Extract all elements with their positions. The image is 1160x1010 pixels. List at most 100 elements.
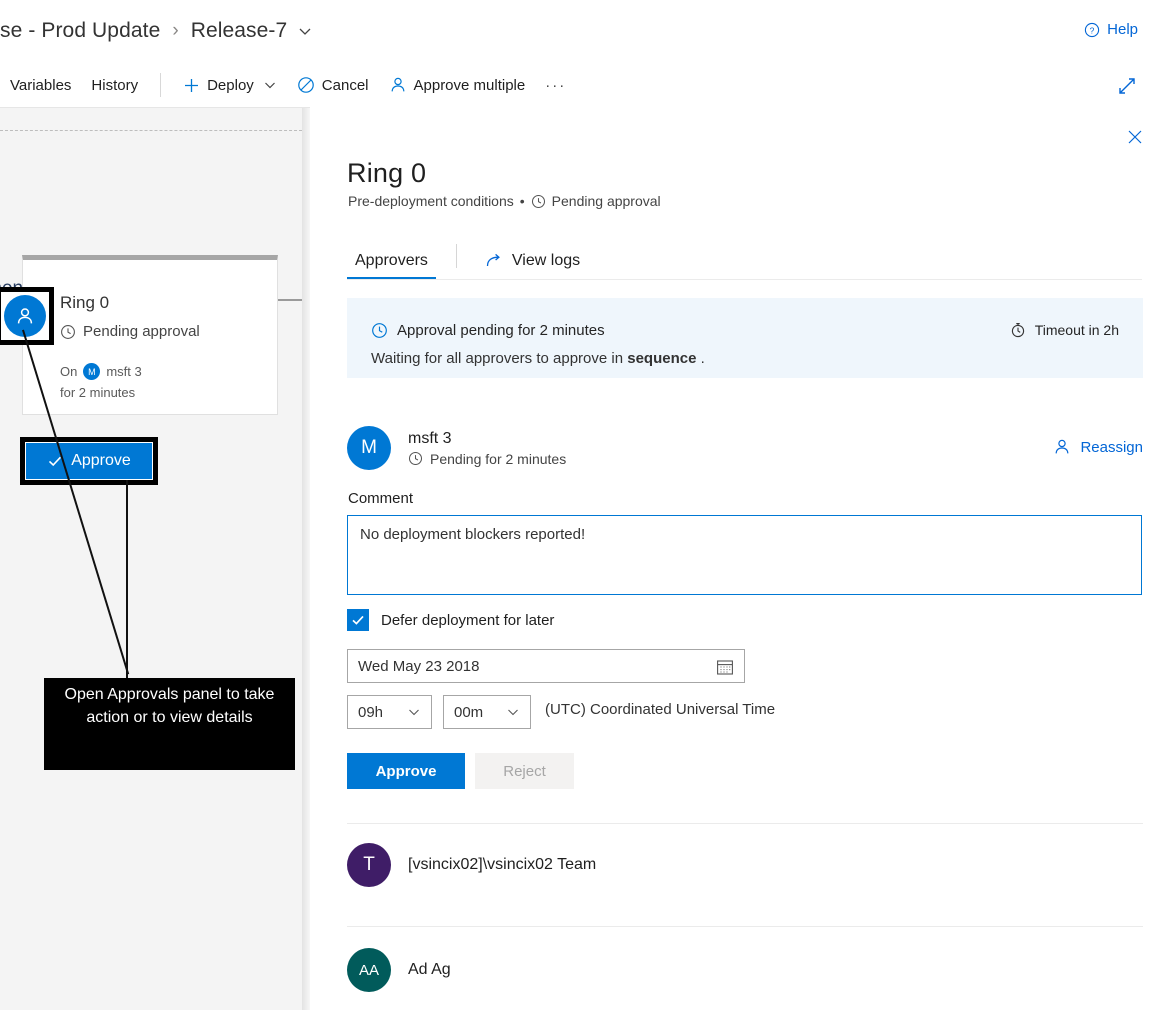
toolbar-variables-label: Variables	[10, 77, 71, 94]
toolbar-history-button[interactable]: History	[81, 71, 148, 100]
banner-detail-prefix: Waiting for all approvers to approve in	[371, 350, 627, 367]
approver-divider	[347, 823, 1143, 824]
approver-row-team: T [vsincix02]\vsincix02 Team	[347, 843, 1143, 887]
chevron-down-icon	[407, 705, 421, 719]
chevron-down-icon[interactable]	[297, 23, 313, 39]
avatar: AA	[347, 948, 391, 992]
comment-label: Comment	[348, 490, 413, 507]
stage-status: Pending approval	[60, 323, 200, 340]
reassign-button[interactable]: Reassign	[1053, 438, 1143, 456]
banner-headline-row: Approval pending for 2 minutes	[371, 322, 605, 339]
expand-arrows-icon[interactable]	[1114, 73, 1140, 99]
panel-subtitle-dot: •	[520, 193, 525, 209]
calendar-icon[interactable]	[716, 658, 734, 676]
breadcrumb-separator: ›	[172, 20, 178, 42]
banner-headline: Approval pending for 2 minutes	[397, 322, 605, 339]
tab-approvers-label: Approvers	[355, 252, 428, 269]
toolbar-cancel-button[interactable]: Cancel	[287, 70, 379, 100]
person-icon	[1053, 438, 1071, 456]
toolbar-overflow-button[interactable]: ···	[535, 71, 576, 100]
approver-row-adag: AA Ad Ag	[347, 948, 1143, 992]
help-circle-icon: ?	[1084, 22, 1100, 38]
external-link-icon	[485, 253, 503, 269]
banner-timeout-label: Timeout in 2h	[1035, 322, 1119, 338]
clock-icon	[408, 451, 423, 466]
defer-deployment-row: Defer deployment for later	[347, 609, 554, 631]
breadcrumb-current[interactable]: Release-7	[191, 19, 288, 43]
approval-person-badge[interactable]	[4, 295, 46, 337]
close-icon[interactable]	[1120, 122, 1150, 152]
banner-detail-suffix: .	[696, 350, 704, 367]
toolbar-deploy-button[interactable]: Deploy	[173, 71, 287, 100]
reassign-label: Reassign	[1080, 439, 1143, 456]
approval-status-banner: Approval pending for 2 minutes Waiting f…	[347, 298, 1143, 378]
approver-row-msft3: M msft 3 Pending for 2 minutes Reassign	[347, 426, 1143, 470]
tab-divider	[456, 244, 457, 268]
approver-name: [vsincix02]\vsincix02 Team	[408, 856, 596, 874]
defer-minute-select[interactable]: 00m	[443, 695, 531, 729]
panel-subtitle: Pre-deployment conditions • Pending appr…	[348, 193, 661, 209]
toolbar-approve-multiple-label: Approve multiple	[414, 77, 526, 94]
approver-status: Pending for 2 minutes	[408, 451, 566, 467]
toolbar-overflow-label: ···	[545, 77, 566, 94]
clock-icon	[531, 194, 546, 209]
defer-hour-select[interactable]: 09h	[347, 695, 432, 729]
approver-name: Ad Ag	[408, 961, 451, 979]
breadcrumb-bar: se - Prod Update › Release-7 ? Help	[0, 0, 1160, 62]
cancel-circle-icon	[297, 76, 315, 94]
panel-subtitle-status: Pending approval	[552, 193, 661, 209]
approver-divider	[347, 926, 1143, 927]
stage-on-prefix: On	[60, 364, 77, 379]
plus-icon	[183, 77, 200, 94]
banner-detail: Waiting for all approvers to approve in …	[371, 350, 705, 367]
panel-title: Ring 0	[347, 158, 426, 189]
avatar: T	[347, 843, 391, 887]
stage-duration: for 2 minutes	[60, 385, 135, 400]
banner-detail-bold: sequence	[627, 350, 696, 367]
canvas-dashed-divider	[0, 130, 302, 131]
reject-button[interactable]: Reject	[475, 753, 574, 789]
stage-on-user: msft 3	[106, 364, 141, 379]
person-icon	[389, 76, 407, 94]
defer-timezone-label: (UTC) Coordinated Universal Time	[545, 701, 775, 718]
command-toolbar: Variables History Deploy Cancel Approve	[0, 62, 1160, 108]
approve-button[interactable]: Approve	[347, 753, 465, 789]
chevron-down-icon[interactable]	[263, 78, 277, 92]
stage-card-ring0[interactable]: Ring 0 Pending approval On M msft 3 for …	[22, 255, 278, 415]
approvals-panel: Ring 0 Pre-deployment conditions • Pendi…	[310, 108, 1160, 1010]
svg-text:?: ?	[1090, 25, 1095, 35]
banner-timeout: Timeout in 2h	[1010, 322, 1119, 338]
defer-deployment-checkbox[interactable]	[347, 609, 369, 631]
canvas-right-edge	[302, 108, 310, 1010]
stage-on-row: On M msft 3	[60, 363, 142, 380]
comment-input[interactable]	[347, 515, 1142, 595]
toolbar-approve-multiple-button[interactable]: Approve multiple	[379, 70, 536, 100]
tab-view-logs-label: View logs	[512, 252, 580, 270]
panel-subtitle-prefix: Pre-deployment conditions	[348, 193, 514, 209]
defer-date-value: Wed May 23 2018	[358, 658, 479, 675]
approver-status-label: Pending for 2 minutes	[430, 451, 566, 467]
breadcrumb: se - Prod Update › Release-7	[0, 0, 1160, 62]
help-link[interactable]: ? Help	[1084, 21, 1138, 38]
callout-leader-line-vertical	[126, 480, 128, 678]
tab-approvers[interactable]: Approvers	[347, 252, 436, 280]
toolbar-variables-button[interactable]: Variables	[0, 71, 81, 100]
checkmark-icon	[351, 613, 365, 627]
defer-date-input[interactable]: Wed May 23 2018	[347, 649, 745, 683]
panel-tabs: Approvers View logs	[347, 238, 588, 280]
tab-view-logs[interactable]: View logs	[477, 252, 588, 280]
stage-title: Ring 0	[60, 293, 109, 313]
timer-icon	[1010, 322, 1026, 338]
tabs-underline	[347, 279, 1142, 280]
toolbar-history-label: History	[91, 77, 138, 94]
stage-status-label: Pending approval	[83, 323, 200, 340]
chevron-down-icon	[506, 705, 520, 719]
stage-connector-line	[278, 299, 302, 301]
approver-name: msft 3	[408, 430, 566, 448]
toolbar-divider	[160, 73, 161, 97]
clock-icon	[60, 324, 76, 340]
clock-icon	[371, 322, 388, 339]
defer-minute-value: 00m	[454, 704, 483, 721]
breadcrumb-parent[interactable]: se - Prod Update	[0, 19, 160, 43]
canvas-approve-button[interactable]: Approve	[26, 443, 152, 479]
